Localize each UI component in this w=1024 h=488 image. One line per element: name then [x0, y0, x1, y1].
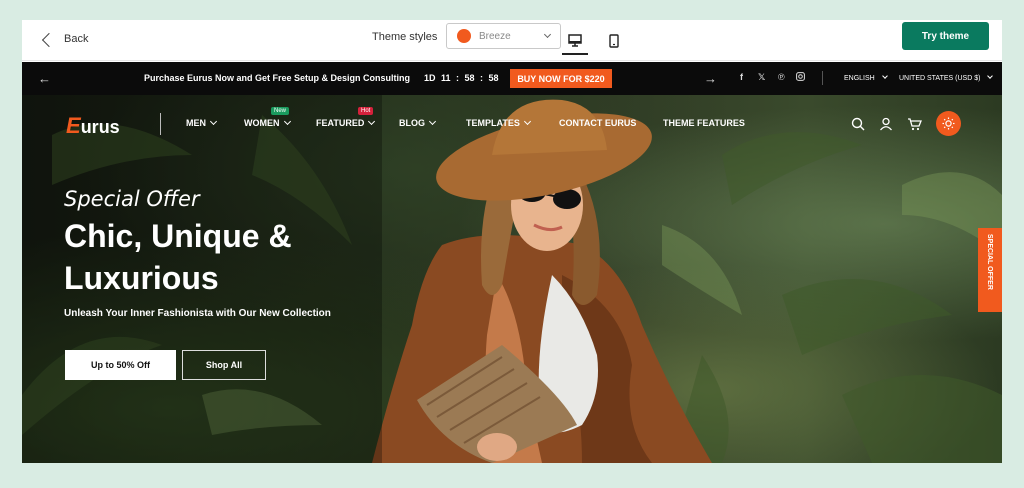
chevron-down-icon [987, 73, 994, 79]
theme-styles-label: Theme styles [372, 31, 438, 43]
nav-item-theme-features[interactable]: THEME FEATURES [663, 118, 745, 128]
cart-icon[interactable] [907, 117, 922, 136]
nav-item-featured[interactable]: FEATURED [316, 117, 376, 128]
hero-subline: Unleash Your Inner Fashionista with Our … [64, 308, 331, 319]
nav-item-women[interactable]: WOMEN [244, 117, 291, 128]
logo-mark: E [66, 113, 81, 138]
nav-item-men[interactable]: MEN [186, 117, 218, 128]
tablet-icon [609, 34, 619, 48]
nav-item-label: WOMEN [244, 118, 280, 128]
currency-value: UNITED STATES (USD $) [899, 75, 981, 82]
chevron-down-icon [543, 30, 552, 39]
user-icon[interactable] [879, 117, 893, 136]
nav-item-label: FEATURED [316, 118, 365, 128]
nav-item-label: THEME FEATURES [663, 118, 745, 128]
theme-style-value: Breeze [479, 30, 511, 42]
special-offer-label: SPECIAL OFFER [986, 234, 993, 290]
announcement-text: Purchase Eurus Now and Get Free Setup & … [144, 73, 411, 83]
pinterest-icon[interactable]: ℗ [778, 72, 785, 82]
hero-eyebrow: Special Offer [64, 187, 200, 211]
hero-headline: Chic, Unique & Luxurious [64, 218, 292, 296]
arrow-right-icon[interactable]: → [704, 71, 717, 86]
desktop-view-button[interactable] [562, 27, 588, 55]
up-to-50-off-button[interactable]: Up to 50% Off [65, 350, 176, 380]
hero-banner: E urus MEN WOMEN New FEATURED Hot BLOG T… [22, 95, 1002, 463]
hot-badge: Hot [358, 107, 374, 115]
nav-item-label: BLOG [399, 118, 425, 128]
nav-item-templates[interactable]: TEMPLATES [466, 117, 531, 128]
special-offer-tab[interactable]: SPECIAL OFFER [978, 228, 1002, 312]
chevron-down-icon [881, 73, 888, 79]
chevron-down-icon [209, 117, 218, 126]
search-icon[interactable] [851, 117, 865, 136]
theme-toggle-button[interactable] [936, 111, 961, 136]
language-value: ENGLISH [844, 75, 875, 82]
chevron-down-icon [283, 117, 291, 126]
chevron-left-icon [41, 32, 57, 48]
instagram-icon[interactable] [796, 72, 805, 83]
buy-now-button[interactable]: BUY NOW FOR $220 [510, 69, 612, 88]
back-label: Back [64, 33, 89, 45]
nav-item-label: TEMPLATES [466, 118, 520, 128]
theme-style-select[interactable]: Breeze [446, 23, 561, 49]
sun-icon [942, 117, 955, 130]
arrow-left-icon[interactable]: ← [38, 71, 51, 86]
nav-item-contact-eurus[interactable]: CONTACT EURUS [559, 118, 636, 128]
nav-item-label: CONTACT EURUS [559, 118, 637, 128]
divider [822, 71, 823, 85]
chevron-down-icon [428, 117, 437, 126]
mobile-view-button[interactable] [601, 27, 627, 55]
try-theme-button[interactable]: Try theme [902, 22, 989, 50]
preview-toolbar: Back Theme styles Breeze Try theme [22, 20, 1002, 61]
x-icon[interactable]: 𝕏 [758, 72, 765, 83]
currency-select[interactable]: UNITED STATES (USD $) [899, 73, 994, 82]
nav-item-blog[interactable]: BLOG [399, 117, 437, 128]
style-color-swatch [457, 29, 471, 43]
back-button[interactable]: Back [40, 29, 89, 48]
new-badge: New [271, 107, 290, 115]
language-select[interactable]: ENGLISH [844, 73, 888, 82]
facebook-icon[interactable]: f [740, 72, 743, 82]
countdown-timer: 1D 11 : 58 : 58 [424, 73, 499, 83]
eurus-logo[interactable]: E urus [66, 113, 120, 139]
chevron-down-icon [523, 117, 531, 126]
desktop-icon [568, 33, 582, 47]
logo-text: urus [80, 117, 120, 137]
theme-preview-frame: Back Theme styles Breeze Try theme ← Pur… [22, 20, 1002, 463]
nav-divider [160, 113, 161, 135]
nav-item-label: MEN [186, 118, 206, 128]
shop-all-button[interactable]: Shop All [182, 350, 266, 380]
chevron-down-icon [368, 117, 376, 126]
announcement-bar: ← Purchase Eurus Now and Get Free Setup … [22, 62, 1002, 95]
